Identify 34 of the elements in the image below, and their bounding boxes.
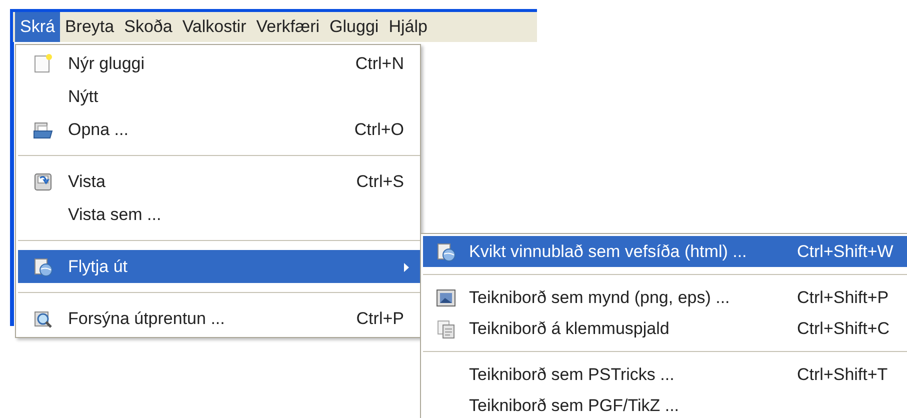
menu-item[interactable]: Nýtt	[18, 80, 420, 113]
menu-title[interactable]: Skoða	[119, 12, 178, 42]
menu-item[interactable]: Teikniborð sem PGF/TikZ ...	[423, 390, 907, 418]
menu-item[interactable]: Nýr gluggi Ctrl+N	[18, 47, 420, 80]
menu-item[interactable]: Kvikt vinnublað sem vefsíða (html) ... Ctrl+Shift+W	[423, 236, 907, 267]
shortcut-label: Ctrl+Shift+W	[797, 242, 894, 262]
menu-item[interactable]: Teikniborð sem PSTricks ... Ctrl+Shift+T	[423, 359, 907, 390]
menu-item[interactable]: Forsýna útprentun ... Ctrl+P	[18, 302, 420, 335]
shortcut-label: Ctrl+S	[356, 172, 404, 192]
menu-title[interactable]: Valkostir	[177, 12, 252, 42]
menu-item[interactable]: Teikniborð sem mynd (png, eps) ... Ctrl+Shift+P	[423, 282, 907, 313]
menu-item[interactable]: Opna ... Ctrl+O	[18, 113, 420, 146]
globe-document-icon	[436, 242, 456, 262]
globe-document-icon	[33, 256, 53, 276]
shortcut-label: Ctrl+Shift+T	[797, 364, 888, 384]
menu-title[interactable]: Gluggi	[324, 12, 384, 42]
copy-icon	[436, 318, 456, 338]
menu-title[interactable]: Breyta	[60, 12, 120, 42]
menu-title[interactable]: Hjálp	[384, 12, 432, 42]
shortcut-label: Ctrl+N	[355, 54, 404, 74]
shortcut-label: Ctrl+O	[354, 120, 404, 140]
menu-item[interactable]: Vista Ctrl+S	[18, 165, 420, 198]
shortcut-label: Ctrl+Shift+P	[797, 288, 889, 308]
menu-item[interactable]: Teikniborð á klemmuspjald Ctrl+Shift+C	[423, 313, 907, 344]
menu-item[interactable]: Flytja út	[18, 250, 420, 283]
shortcut-label: Ctrl+Shift+C	[797, 318, 890, 338]
folder-icon	[33, 120, 53, 140]
magnifier-page-icon	[33, 308, 53, 328]
shortcut-label: Ctrl+P	[356, 308, 404, 328]
menu-title[interactable]: Skrá	[15, 12, 60, 42]
menu-item[interactable]: Vista sem ...	[18, 198, 420, 231]
picture-frame-icon	[436, 288, 456, 308]
page-icon	[33, 54, 53, 74]
menu-title[interactable]: Verkfæri	[251, 12, 325, 42]
